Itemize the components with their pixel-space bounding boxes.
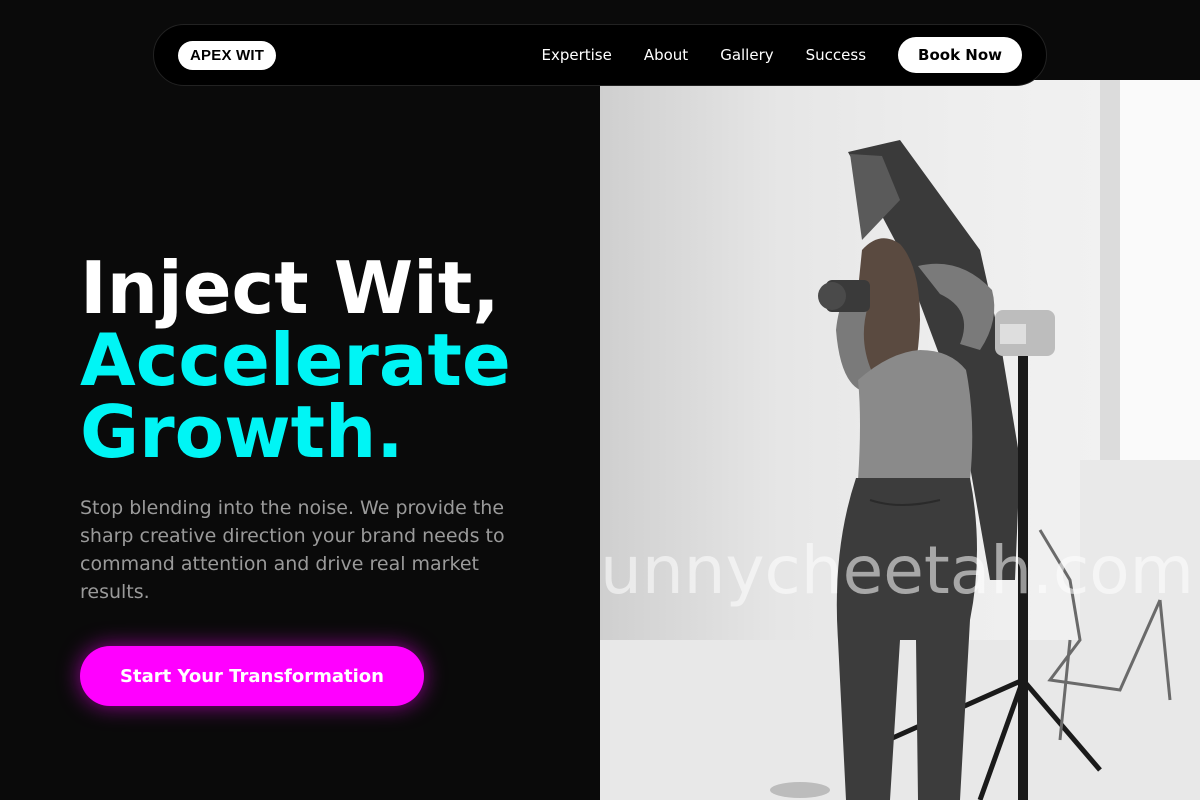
hero-photo: unnycheetah.com — [600, 80, 1200, 800]
photographer-studio-photo-icon — [600, 80, 1200, 800]
nav-links: Expertise About Gallery Success Book Now — [541, 37, 1022, 73]
nav-link-success[interactable]: Success — [806, 46, 866, 64]
headline-line-1: Inject Wit, — [80, 246, 500, 330]
headline-line-3: Growth. — [80, 390, 404, 474]
page: unnycheetah.com APEX WIT Expertise About… — [0, 0, 1200, 800]
nav-link-gallery[interactable]: Gallery — [720, 46, 773, 64]
top-navigation: APEX WIT Expertise About Gallery Success… — [153, 24, 1047, 86]
nav-link-expertise[interactable]: Expertise — [541, 46, 611, 64]
hero-section: Inject Wit, Accelerate Growth. Stop blen… — [80, 252, 540, 606]
start-transformation-button[interactable]: Start Your Transformation — [80, 646, 424, 706]
image-watermark: unnycheetah.com — [600, 532, 1194, 609]
hero-headline: Inject Wit, Accelerate Growth. — [80, 252, 540, 468]
brand-logo[interactable]: APEX WIT — [178, 40, 277, 70]
book-now-button[interactable]: Book Now — [898, 37, 1022, 73]
hero-subtext: Stop blending into the noise. We provide… — [80, 497, 505, 603]
headline-line-2: Accelerate — [80, 318, 511, 402]
nav-link-about[interactable]: About — [644, 46, 688, 64]
